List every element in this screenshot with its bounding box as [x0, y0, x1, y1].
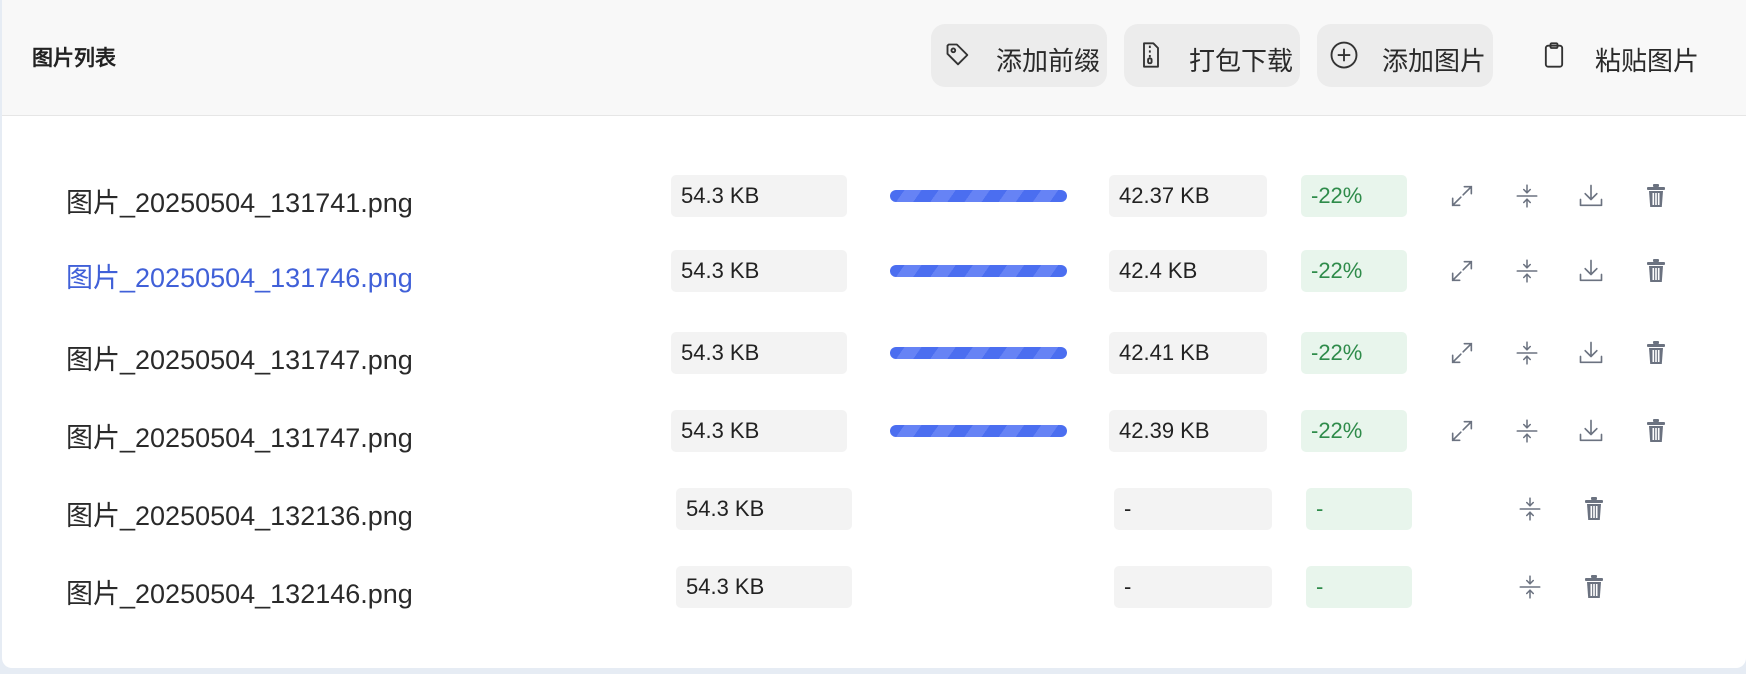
compress-icon[interactable] — [1513, 492, 1547, 526]
image-list-panel: 图片列表 添加前缀 打包下载 添加图片 粘贴图片 图片_20250504_131… — [2, 0, 1746, 668]
trash-icon[interactable] — [1639, 179, 1673, 213]
original-size: 54.3 KB — [671, 175, 847, 217]
download-icon[interactable] — [1574, 414, 1608, 448]
download-icon[interactable] — [1574, 179, 1608, 213]
original-size: 54.3 KB — [676, 488, 852, 530]
expand-icon[interactable] — [1445, 179, 1479, 213]
paste-image-button[interactable]: 粘贴图片 — [1527, 24, 1717, 87]
progress-bar — [890, 425, 1067, 437]
compression-ratio: - — [1306, 566, 1412, 608]
paste-image-label: 粘贴图片 — [1595, 46, 1700, 76]
compressed-size: 42.37 KB — [1109, 175, 1267, 217]
compression-ratio: -22% — [1301, 410, 1407, 452]
panel-title: 图片列表 — [32, 47, 116, 70]
file-name[interactable]: 图片_20250504_132136.png — [66, 494, 413, 533]
compression-ratio: -22% — [1301, 250, 1407, 292]
file-row: 图片_20250504_132146.png 54.3 KB - - — [2, 566, 1746, 610]
download-icon[interactable] — [1574, 336, 1608, 370]
file-name[interactable]: 图片_20250504_132146.png — [66, 572, 413, 611]
compressed-size: 42.4 KB — [1109, 250, 1267, 292]
pack-download-label: 打包下载 — [1189, 46, 1294, 76]
expand-icon[interactable] — [1445, 336, 1479, 370]
compress-icon[interactable] — [1510, 414, 1544, 448]
compress-icon[interactable] — [1510, 254, 1544, 288]
compression-ratio: -22% — [1301, 332, 1407, 374]
expand-icon[interactable] — [1445, 254, 1479, 288]
file-row: 图片_20250504_131746.png 54.3 KB 42.4 KB -22% — [2, 250, 1746, 294]
trash-icon[interactable] — [1577, 492, 1611, 526]
plus-circle-icon — [1327, 38, 1361, 72]
add-image-button[interactable]: 添加图片 — [1317, 24, 1493, 87]
trash-icon[interactable] — [1639, 336, 1673, 370]
panel-header: 图片列表 添加前缀 打包下载 添加图片 粘贴图片 — [2, 0, 1746, 116]
file-row: 图片_20250504_131747.png 54.3 KB 42.41 KB -22… — [2, 332, 1746, 376]
original-size: 54.3 KB — [671, 410, 847, 452]
file-name[interactable]: 图片_20250504_131747.png — [66, 338, 413, 377]
add-image-label: 添加图片 — [1382, 46, 1487, 76]
compression-ratio: - — [1306, 488, 1412, 530]
file-name[interactable]: 图片_20250504_131746.png — [66, 256, 413, 295]
compression-ratio: -22% — [1301, 175, 1407, 217]
add-prefix-button[interactable]: 添加前缀 — [931, 24, 1107, 87]
trash-icon[interactable] — [1577, 570, 1611, 604]
compress-icon[interactable] — [1510, 336, 1544, 370]
file-row: 图片_20250504_131747.png 54.3 KB 42.39 KB -22… — [2, 410, 1746, 454]
progress-bar — [890, 347, 1067, 359]
zip-file-icon — [1134, 38, 1168, 72]
expand-icon[interactable] — [1445, 414, 1479, 448]
compressed-size: 42.41 KB — [1109, 332, 1267, 374]
file-name[interactable]: 图片_20250504_131747.png — [66, 416, 413, 455]
tag-icon — [941, 38, 975, 72]
clipboard-icon — [1537, 38, 1571, 72]
progress-bar — [890, 265, 1067, 277]
compressed-size: 42.39 KB — [1109, 410, 1267, 452]
original-size: 54.3 KB — [671, 250, 847, 292]
file-row: 图片_20250504_131741.png 54.3 KB 42.37 KB -22… — [2, 175, 1746, 219]
file-name[interactable]: 图片_20250504_131741.png — [66, 181, 413, 220]
trash-icon[interactable] — [1639, 414, 1673, 448]
download-icon[interactable] — [1574, 254, 1608, 288]
compress-icon[interactable] — [1513, 570, 1547, 604]
pack-download-button[interactable]: 打包下载 — [1124, 24, 1300, 87]
add-prefix-label: 添加前缀 — [996, 46, 1101, 76]
compressed-size: - — [1114, 566, 1272, 608]
progress-bar — [890, 190, 1067, 202]
original-size: 54.3 KB — [671, 332, 847, 374]
original-size: 54.3 KB — [676, 566, 852, 608]
compressed-size: - — [1114, 488, 1272, 530]
file-row: 图片_20250504_132136.png 54.3 KB - - — [2, 488, 1746, 532]
compress-icon[interactable] — [1510, 179, 1544, 213]
trash-icon[interactable] — [1639, 254, 1673, 288]
